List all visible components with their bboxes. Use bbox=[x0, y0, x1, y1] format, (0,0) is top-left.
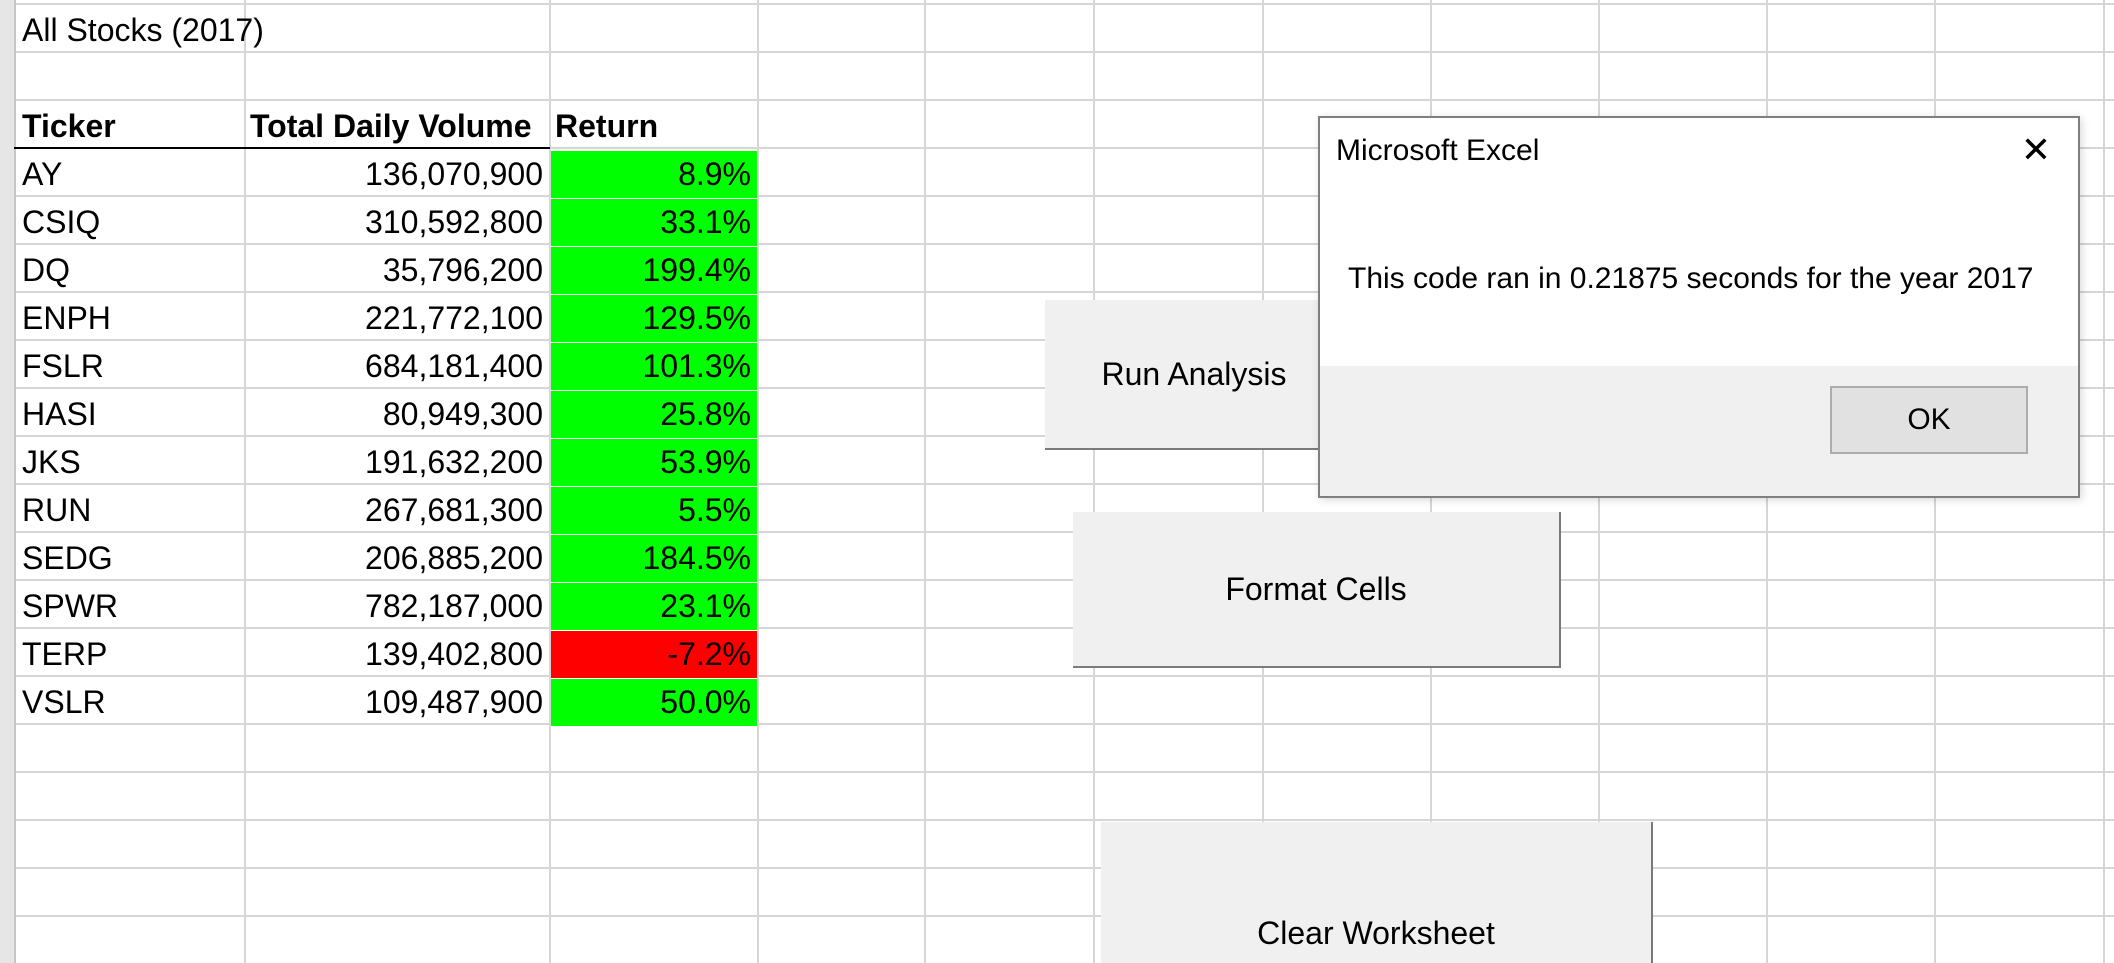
ticker-cell[interactable]: ENPH bbox=[14, 294, 244, 342]
ticker-cell[interactable]: JKS bbox=[14, 438, 244, 486]
ticker-cell[interactable]: HASI bbox=[14, 390, 244, 438]
gridline bbox=[2103, 0, 2105, 963]
format-cells-button[interactable]: Format Cells bbox=[1073, 512, 1561, 668]
return-cell[interactable]: 50.0% bbox=[551, 679, 757, 726]
dialog-footer: OK bbox=[1320, 366, 2078, 496]
volume-cell[interactable]: 267,681,300 bbox=[244, 486, 549, 534]
gridline bbox=[924, 0, 926, 963]
ticker-cell[interactable]: CSIQ bbox=[14, 198, 244, 246]
return-cell[interactable]: 53.9% bbox=[551, 439, 757, 486]
volume-cell[interactable]: 206,885,200 bbox=[244, 534, 549, 582]
return-cell[interactable]: 101.3% bbox=[551, 343, 757, 390]
ticker-cell[interactable]: SPWR bbox=[14, 582, 244, 630]
ticker-cell[interactable]: AY bbox=[14, 150, 244, 198]
dialog-title: Microsoft Excel bbox=[1336, 134, 1540, 167]
ticker-cell[interactable]: FSLR bbox=[14, 342, 244, 390]
close-icon[interactable]: ✕ bbox=[2016, 130, 2056, 170]
ok-button[interactable]: OK bbox=[1830, 386, 2028, 454]
volume-cell[interactable]: 139,402,800 bbox=[244, 630, 549, 678]
return-cell[interactable]: 184.5% bbox=[551, 535, 757, 582]
header-volume[interactable]: Total Daily Volume bbox=[244, 102, 554, 150]
volume-cell[interactable]: 221,772,100 bbox=[244, 294, 549, 342]
return-cell[interactable]: 199.4% bbox=[551, 247, 757, 294]
return-cell[interactable]: 8.9% bbox=[551, 151, 757, 198]
return-cell[interactable]: 129.5% bbox=[551, 295, 757, 342]
gridline bbox=[757, 0, 759, 963]
return-cell[interactable]: 33.1% bbox=[551, 199, 757, 246]
run-analysis-button[interactable]: Run Analysis bbox=[1045, 300, 1345, 450]
ticker-cell[interactable]: VSLR bbox=[14, 678, 244, 726]
volume-cell[interactable]: 782,187,000 bbox=[244, 582, 549, 630]
volume-cell[interactable]: 109,487,900 bbox=[244, 678, 549, 726]
ticker-cell[interactable]: SEDG bbox=[14, 534, 244, 582]
worksheet-grid[interactable]: All Stocks (2017) Ticker Total Daily Vol… bbox=[0, 0, 2114, 963]
sheet-title[interactable]: All Stocks (2017) bbox=[14, 6, 534, 54]
clear-worksheet-button[interactable]: Clear Worksheet bbox=[1101, 822, 1653, 963]
ticker-cell[interactable]: TERP bbox=[14, 630, 244, 678]
volume-cell[interactable]: 136,070,900 bbox=[244, 150, 549, 198]
return-cell[interactable]: 5.5% bbox=[551, 487, 757, 534]
volume-cell[interactable]: 80,949,300 bbox=[244, 390, 549, 438]
dialog-message: This code ran in 0.21875 seconds for the… bbox=[1348, 262, 2034, 295]
ticker-cell[interactable]: RUN bbox=[14, 486, 244, 534]
ticker-cell[interactable]: DQ bbox=[14, 246, 244, 294]
gridline bbox=[1262, 0, 1264, 963]
return-cell[interactable]: 23.1% bbox=[551, 583, 757, 630]
return-cell[interactable]: -7.2% bbox=[551, 631, 757, 678]
volume-cell[interactable]: 310,592,800 bbox=[244, 198, 549, 246]
message-dialog[interactable]: Microsoft Excel ✕ This code ran in 0.218… bbox=[1318, 116, 2080, 498]
volume-cell[interactable]: 35,796,200 bbox=[244, 246, 549, 294]
return-cell[interactable]: 25.8% bbox=[551, 391, 757, 438]
header-return[interactable]: Return bbox=[549, 102, 757, 150]
volume-cell[interactable]: 191,632,200 bbox=[244, 438, 549, 486]
header-ticker[interactable]: Ticker bbox=[14, 102, 244, 150]
header-underline bbox=[14, 147, 550, 149]
gridline bbox=[1093, 0, 1095, 963]
volume-cell[interactable]: 684,181,400 bbox=[244, 342, 549, 390]
